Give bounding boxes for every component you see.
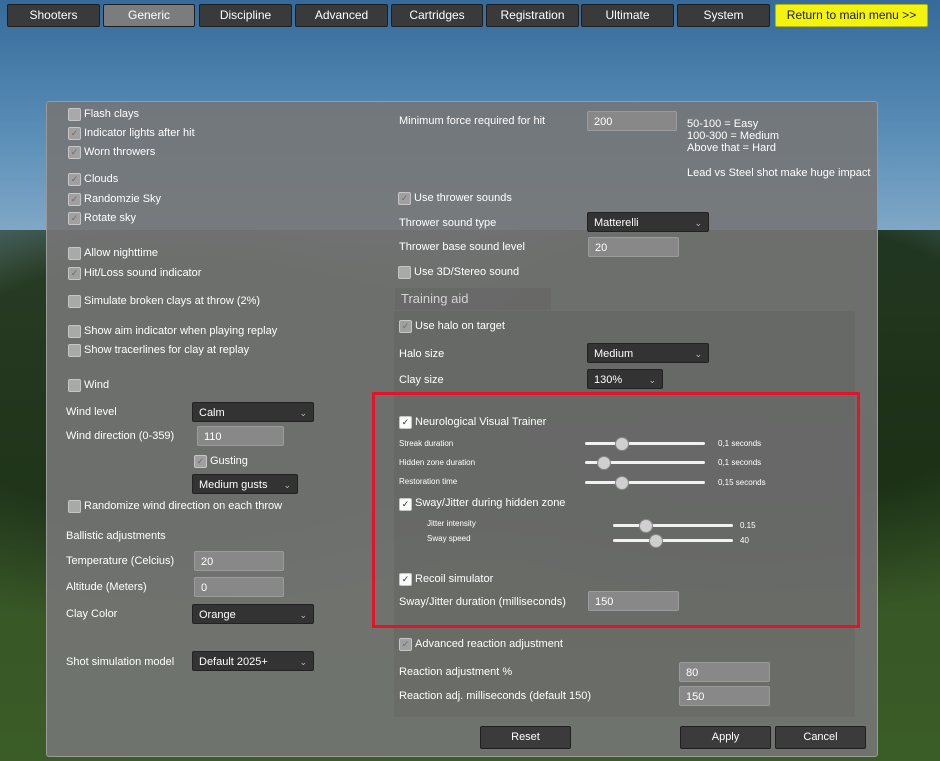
clay-size-value: 130%: [594, 374, 623, 386]
reaction-pct-input[interactable]: 80: [679, 662, 770, 682]
temperature-input[interactable]: 20: [194, 551, 284, 571]
thrower-base-label: Thrower base sound level: [399, 241, 525, 253]
rotate-sky-label: Rotate sky: [84, 212, 136, 224]
gusts-dropdown[interactable]: Medium gusts ⌄: [192, 474, 298, 494]
altitude-label: Altitude (Meters): [66, 581, 147, 593]
wind-level-value: Calm: [199, 407, 225, 419]
clay-color-label: Clay Color: [66, 608, 118, 620]
tab-discipline[interactable]: Discipline: [199, 4, 292, 27]
clay-color-value: Orange: [199, 609, 236, 621]
randomize-sky-label: Randomzie Sky: [84, 193, 162, 205]
indicator-lights-label: Indicator lights after hit: [84, 127, 195, 139]
tab-system[interactable]: System: [677, 4, 770, 27]
rotate-sky-checkbox[interactable]: ✓: [68, 212, 81, 225]
indicator-lights-checkbox[interactable]: ✓: [68, 127, 81, 140]
show-tracer-checkbox[interactable]: [68, 344, 81, 357]
cancel-button[interactable]: Cancel: [775, 726, 866, 749]
clouds-label: Clouds: [84, 173, 119, 185]
ballistic-heading: Ballistic adjustments: [66, 530, 166, 542]
use-thrower-sounds-label: Use thrower sounds: [414, 192, 512, 204]
min-force-notes: 50-100 = Easy 100-300 = Medium Above tha…: [687, 118, 779, 154]
shot-model-value: Default 2025+: [199, 656, 268, 668]
temperature-label: Temperature (Celcius): [66, 555, 175, 567]
apply-button[interactable]: Apply: [680, 726, 771, 749]
tab-registration[interactable]: Registration: [486, 4, 579, 27]
top-navigation: Shooters Generic Discipline Advanced Car…: [0, 0, 940, 30]
show-aim-checkbox[interactable]: [68, 325, 81, 338]
use-halo-checkbox[interactable]: ✓: [399, 320, 412, 333]
hit-loss-sound-label: Hit/Loss sound indicator: [84, 267, 202, 279]
chevron-down-icon: ⌄: [299, 657, 307, 667]
tab-cartridges[interactable]: Cartridges: [391, 4, 483, 27]
chevron-down-icon: ⌄: [283, 480, 291, 490]
simulate-broken-checkbox[interactable]: [68, 295, 81, 308]
flash-clays-label: Flash clays: [84, 108, 140, 120]
highlight-box: [372, 392, 860, 628]
halo-size-value: Medium: [594, 348, 634, 360]
wind-level-label: Wind level: [66, 406, 117, 418]
altitude-input[interactable]: 0: [194, 577, 284, 597]
adv-reaction-checkbox[interactable]: ✓: [399, 638, 412, 651]
shot-model-dropdown[interactable]: Default 2025+ ⌄: [192, 651, 314, 671]
min-force-input[interactable]: 200: [587, 111, 677, 131]
reset-button[interactable]: Reset: [480, 726, 571, 749]
wind-direction-label: Wind direction (0-359): [66, 430, 175, 442]
thrower-base-input[interactable]: 20: [588, 237, 679, 257]
chevron-down-icon: ⌄: [694, 218, 702, 228]
allow-nighttime-label: Allow nighttime: [84, 247, 158, 259]
use-halo-label: Use halo on target: [415, 320, 505, 332]
reaction-ms-label: Reaction adj. milliseconds (default 150): [399, 690, 591, 702]
clay-size-label: Clay size: [399, 374, 444, 386]
tab-shooters[interactable]: Shooters: [7, 4, 100, 27]
reaction-ms-input[interactable]: 150: [679, 686, 770, 706]
gusts-value: Medium gusts: [199, 479, 268, 491]
chevron-down-icon: ⌄: [648, 375, 656, 385]
use-3d-label: Use 3D/Stereo sound: [414, 266, 520, 278]
thrower-sound-type-value: Matterelli: [594, 217, 639, 229]
shot-model-label: Shot simulation model: [66, 656, 175, 668]
note-medium: 100-300 = Medium: [687, 130, 780, 142]
wind-level-dropdown[interactable]: Calm ⌄: [192, 402, 314, 422]
tab-ultimate[interactable]: Ultimate: [581, 4, 674, 27]
tab-advanced[interactable]: Advanced: [295, 4, 388, 27]
reaction-pct-label: Reaction adjustment %: [399, 666, 513, 678]
wind-label: Wind: [84, 379, 110, 391]
chevron-down-icon: ⌄: [299, 408, 307, 418]
wind-checkbox[interactable]: [68, 379, 81, 392]
lead-steel-note: Lead vs Steel shot make huge impact: [687, 167, 871, 179]
show-aim-label: Show aim indicator when playing replay: [84, 325, 278, 337]
min-force-label: Minimum force required for hit: [399, 115, 546, 127]
tab-generic[interactable]: Generic: [103, 4, 195, 27]
clouds-checkbox[interactable]: ✓: [68, 173, 81, 186]
gusting-label: Gusting: [210, 455, 248, 467]
allow-nighttime-checkbox[interactable]: [68, 247, 81, 260]
clay-color-dropdown[interactable]: Orange ⌄: [192, 604, 314, 624]
randomize-sky-checkbox[interactable]: ✓: [68, 193, 81, 206]
wind-direction-input[interactable]: 110: [197, 426, 284, 446]
show-tracer-label: Show tracerlines for clay at replay: [84, 344, 250, 356]
use-thrower-sounds-checkbox[interactable]: ✓: [398, 192, 411, 205]
use-3d-checkbox[interactable]: [398, 266, 411, 279]
clay-size-dropdown[interactable]: 130% ⌄: [587, 369, 663, 389]
thrower-sound-type-dropdown[interactable]: Matterelli ⌄: [587, 212, 709, 232]
halo-size-dropdown[interactable]: Medium ⌄: [587, 343, 709, 363]
note-hard: Above that = Hard: [687, 142, 776, 154]
return-to-main-menu-button[interactable]: Return to main menu >>: [775, 4, 928, 27]
chevron-down-icon: ⌄: [299, 610, 307, 620]
flash-clays-checkbox[interactable]: [68, 108, 81, 121]
randomize-wind-checkbox[interactable]: [68, 500, 81, 513]
hit-loss-sound-checkbox[interactable]: ✓: [68, 267, 81, 280]
note-easy: 50-100 = Easy: [687, 118, 759, 130]
gusting-checkbox[interactable]: ✓: [194, 455, 207, 468]
training-aid-heading: Training aid: [395, 288, 551, 310]
chevron-down-icon: ⌄: [694, 349, 702, 359]
worn-throwers-label: Worn throwers: [84, 146, 156, 158]
simulate-broken-label: Simulate broken clays at throw (2%): [84, 295, 261, 307]
adv-reaction-label: Advanced reaction adjustment: [415, 638, 563, 650]
halo-size-label: Halo size: [399, 348, 445, 360]
thrower-sound-type-label: Thrower sound type: [399, 217, 497, 229]
randomize-wind-label: Randomize wind direction on each throw: [84, 500, 283, 512]
worn-throwers-checkbox[interactable]: ✓: [68, 146, 81, 159]
